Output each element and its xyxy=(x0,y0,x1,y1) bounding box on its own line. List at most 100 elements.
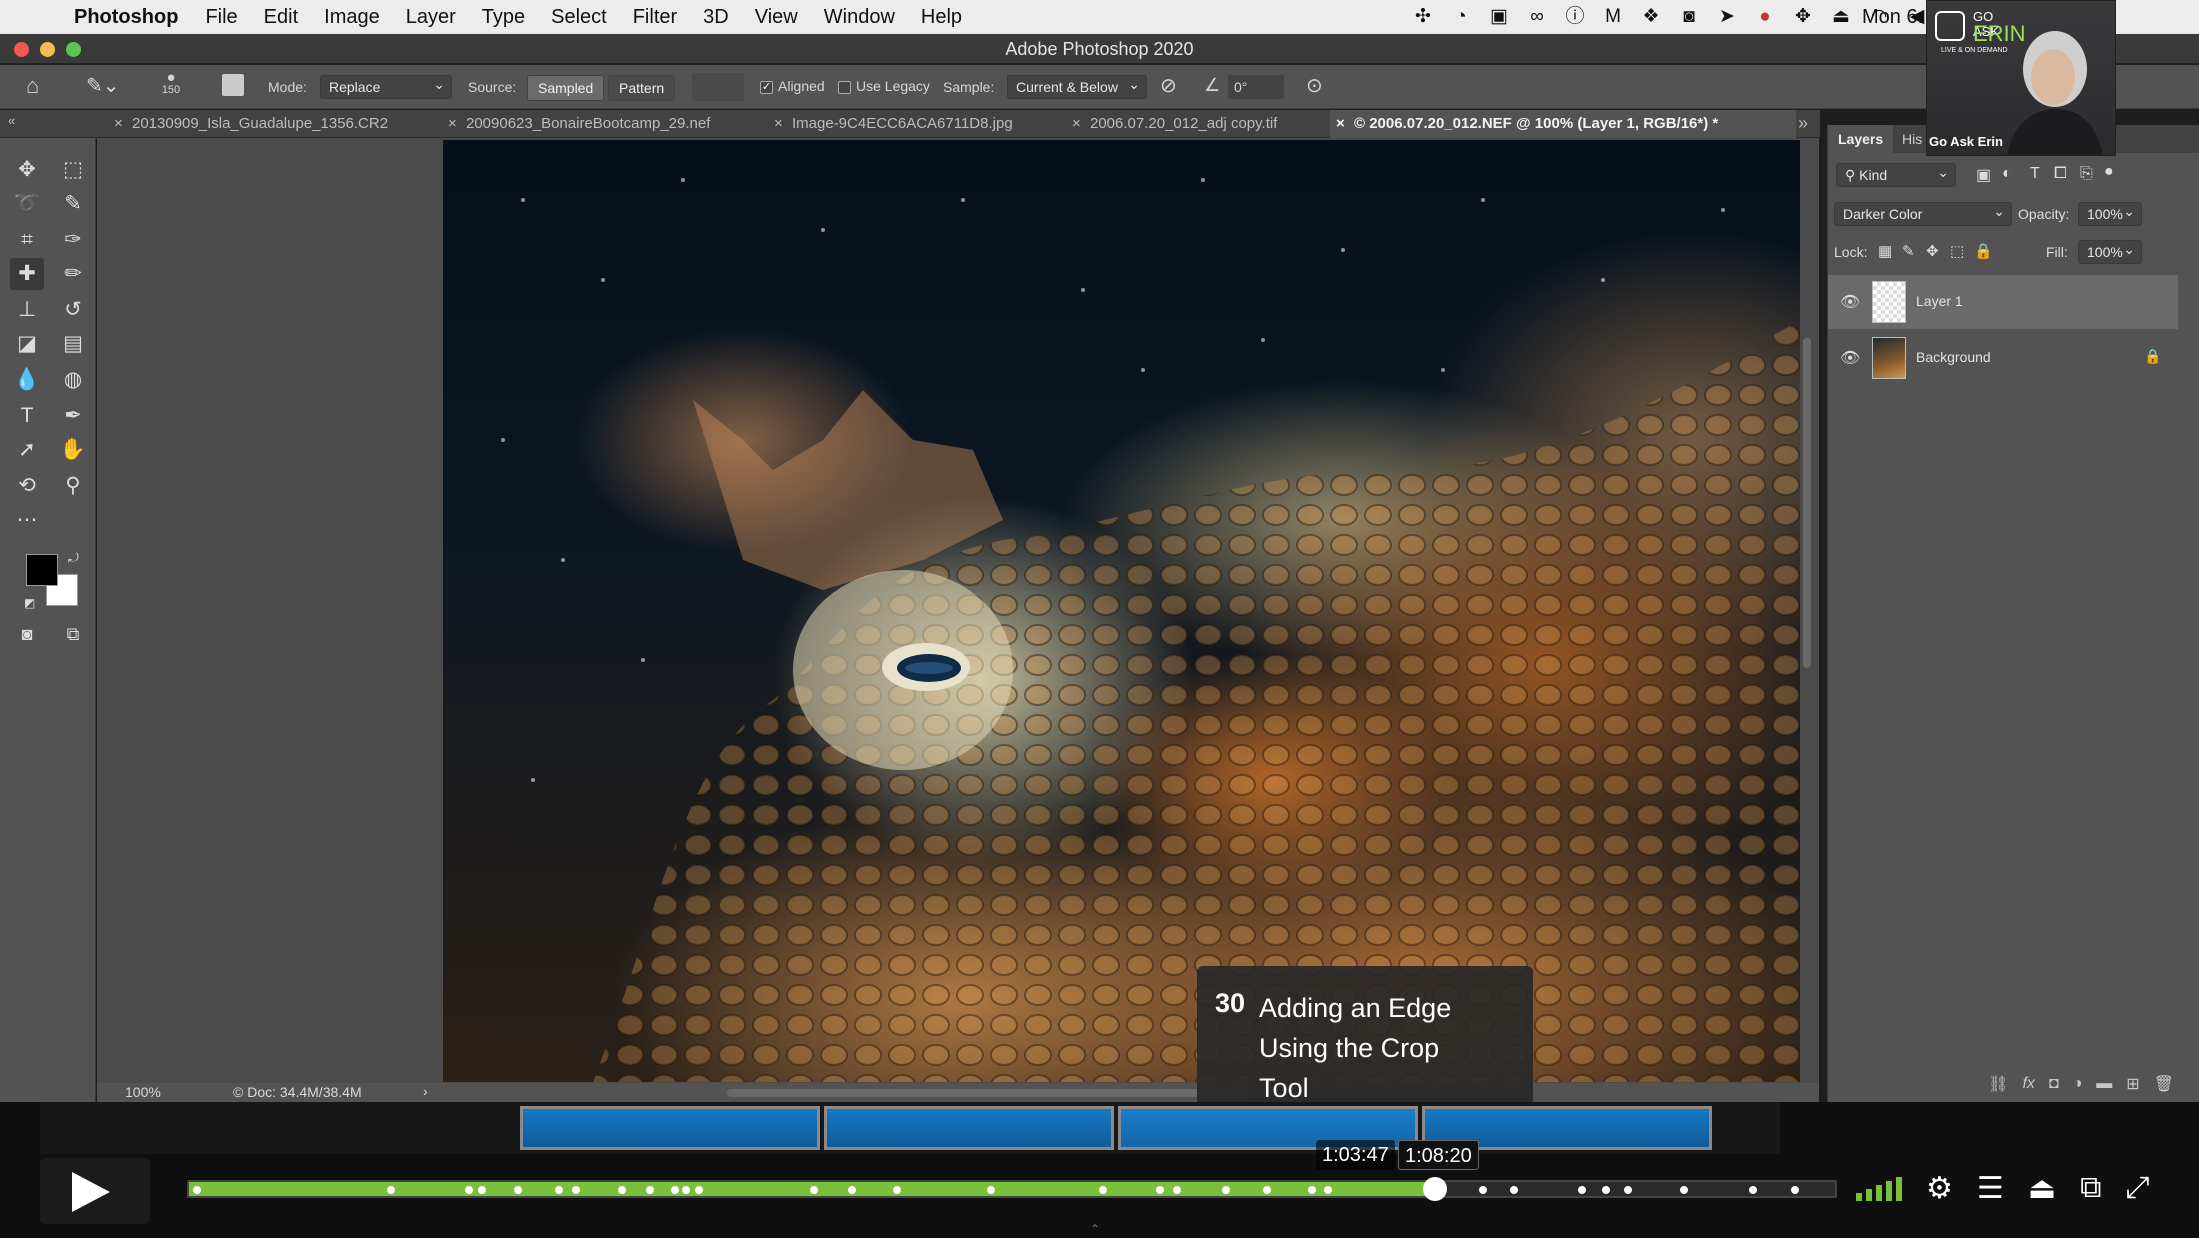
chapter-marker[interactable] xyxy=(569,1184,582,1196)
gradient-tool-icon[interactable]: ▤ xyxy=(56,328,90,360)
chapter-marker[interactable] xyxy=(1476,1184,1489,1196)
progress-bar[interactable] xyxy=(187,1177,1837,1201)
fullscreen-icon[interactable]: ⤢ xyxy=(2126,1171,2150,1205)
picture-in-picture-icon[interactable]: ⧉ xyxy=(2080,1171,2101,1205)
status-menu-icon[interactable]: › xyxy=(423,1083,428,1099)
document-canvas-photo[interactable] xyxy=(443,140,1800,1082)
layer-filter-kind-select[interactable]: ⚲ Kind xyxy=(1836,161,1956,187)
layer-row-layer-1[interactable]: 👁 Layer 1 xyxy=(1828,275,2178,329)
filter-smart-object-icon[interactable]: ⎘ xyxy=(2080,165,2093,183)
layer-thumbnail[interactable] xyxy=(1872,281,1906,323)
move-tool-icon[interactable]: ✥ xyxy=(10,154,44,186)
new-layer-icon[interactable]: ⊞ xyxy=(2126,1074,2139,1094)
foreground-color-swatch[interactable] xyxy=(26,554,58,586)
menu-app-name[interactable]: Photoshop xyxy=(74,6,178,29)
camera-status-icon[interactable]: ◙ xyxy=(1677,6,1701,28)
menubar-clock[interactable]: Mon 6: xyxy=(1862,6,1923,29)
visibility-eye-icon[interactable]: 👁 xyxy=(1840,348,1860,368)
chapter-marker[interactable] xyxy=(890,1184,903,1196)
menu-image[interactable]: Image xyxy=(324,6,380,29)
clone-source-panel-icon[interactable] xyxy=(222,74,244,96)
swap-colors-icon[interactable]: ⤾ xyxy=(68,550,79,566)
record-status-icon[interactable]: ● xyxy=(1753,6,1777,28)
home-icon[interactable]: ⌂ xyxy=(26,73,39,99)
fill-input[interactable]: 100% xyxy=(2078,238,2142,264)
chapter-marker[interactable] xyxy=(984,1184,997,1196)
volume-bars-icon[interactable] xyxy=(1856,1175,1902,1201)
new-adjustment-icon[interactable]: ◑ xyxy=(2073,1075,2083,1093)
filter-adjustment-icon[interactable]: ◐ xyxy=(2002,165,2012,183)
blur-tool-icon[interactable]: 💧 xyxy=(10,364,44,396)
gauge-status-icon[interactable]: ◔ xyxy=(1449,6,1473,28)
layer-row-background[interactable]: 👁 Background 🔒 xyxy=(1828,331,2178,385)
lock-artboard-icon[interactable]: ⬚ xyxy=(1950,242,1964,260)
screen-mode-icon[interactable]: ⧉ xyxy=(56,618,90,650)
mode-select[interactable]: Replace xyxy=(320,73,452,99)
brush-size-preview[interactable]: ● 150 xyxy=(156,69,186,96)
layer-thumbnail[interactable] xyxy=(1872,337,1906,379)
chapter-marker[interactable] xyxy=(1096,1184,1109,1196)
chapter-marker[interactable] xyxy=(615,1184,628,1196)
document-tab[interactable]: × 2006.07.20_012_adj copy.tif xyxy=(1066,110,1277,138)
dropbox-icon[interactable]: ❖ xyxy=(1639,6,1663,28)
close-tab-icon[interactable]: × xyxy=(1336,110,1345,138)
sample-select[interactable]: Current & Below xyxy=(1007,73,1147,99)
layer-name[interactable]: Layer 1 xyxy=(1916,293,1963,309)
player-collapse-icon[interactable]: ⌃ xyxy=(1090,1222,1100,1236)
document-tab[interactable]: × Image-9C4ECC6ACA6711D8.jpg xyxy=(768,110,1013,138)
pressure-size-icon[interactable]: ⊙ xyxy=(1306,73,1323,98)
menu-file[interactable]: File xyxy=(205,6,237,29)
layer-style-fx-icon[interactable]: fx xyxy=(2022,1075,2034,1093)
window-zoom-button[interactable] xyxy=(66,42,81,57)
move-status-icon[interactable]: ✥ xyxy=(1791,6,1815,28)
visibility-eye-icon[interactable]: 👁 xyxy=(1840,292,1860,312)
menu-view[interactable]: View xyxy=(755,6,798,29)
quick-mask-icon[interactable]: ◙ xyxy=(10,618,44,650)
settings-gear-icon[interactable]: ⚙ xyxy=(1926,1171,1953,1206)
source-sampled-button[interactable]: Sampled xyxy=(527,75,605,101)
layer-name[interactable]: Background xyxy=(1916,349,1991,365)
chapter-marker[interactable] xyxy=(1322,1184,1335,1196)
dropbox-status-icon[interactable]: ✣ xyxy=(1411,6,1435,28)
airplay-icon[interactable]: ⏏ xyxy=(2028,1171,2056,1206)
chapter-marker[interactable] xyxy=(1508,1184,1521,1196)
screen-share-status-icon[interactable]: ▣ xyxy=(1487,6,1511,28)
chapter-marker[interactable] xyxy=(1677,1184,1690,1196)
more-tools-icon[interactable]: ⋯ xyxy=(10,504,44,536)
lock-position-icon[interactable]: ✥ xyxy=(1926,242,1939,260)
chapter-marker[interactable] xyxy=(1789,1184,1802,1196)
filter-shape-icon[interactable]: ⧠ xyxy=(2054,165,2067,183)
chapter-marker[interactable] xyxy=(462,1184,475,1196)
lock-image-icon[interactable]: ✎ xyxy=(1902,242,1915,260)
more-tabs-icon[interactable]: » xyxy=(1798,110,1808,136)
zoom-tool-icon[interactable]: ⚲ xyxy=(56,470,90,502)
opacity-input[interactable]: 100% xyxy=(2078,200,2142,226)
eyedropper-tool-icon[interactable]: ✑ xyxy=(56,224,90,256)
chapter-marker[interactable] xyxy=(680,1184,693,1196)
chapters-list-icon[interactable]: ☰ xyxy=(1977,1171,2004,1206)
type-tool-icon[interactable]: T xyxy=(10,400,44,432)
hand-tool-icon[interactable]: ✋ xyxy=(56,434,90,466)
clone-stamp-tool-icon[interactable]: ⊥ xyxy=(10,294,44,326)
delete-layer-icon[interactable]: 🗑 xyxy=(2154,1074,2174,1094)
window-close-button[interactable] xyxy=(14,42,29,57)
menu-edit[interactable]: Edit xyxy=(264,6,298,29)
chapter-marker[interactable] xyxy=(1621,1184,1634,1196)
collapse-panels-icon[interactable]: « xyxy=(8,110,15,132)
play-button[interactable] xyxy=(40,1158,150,1224)
new-group-icon[interactable]: ▬ xyxy=(2096,1075,2112,1093)
filter-pixel-icon[interactable]: ▣ xyxy=(1976,165,1991,185)
marquee-tool-icon[interactable]: ⬚ xyxy=(56,154,90,186)
chapter-marker[interactable] xyxy=(643,1184,656,1196)
menu-layer[interactable]: Layer xyxy=(406,6,456,29)
creative-cloud-status-icon[interactable]: ∞ xyxy=(1525,6,1549,28)
filter-type-icon[interactable]: T xyxy=(2030,165,2040,183)
ignore-adjustment-layers-icon[interactable]: ⊘ xyxy=(1160,73,1177,98)
blend-mode-select[interactable]: Darker Color xyxy=(1834,200,2012,226)
zoom-level[interactable]: 100% xyxy=(125,1084,161,1100)
menu-help[interactable]: Help xyxy=(921,6,962,29)
brush-tool-icon[interactable]: ✏ xyxy=(56,258,90,290)
horizontal-scrollbar[interactable] xyxy=(727,1089,1247,1097)
menu-select[interactable]: Select xyxy=(551,6,607,29)
canvas-scrollbar[interactable] xyxy=(1803,338,1811,668)
